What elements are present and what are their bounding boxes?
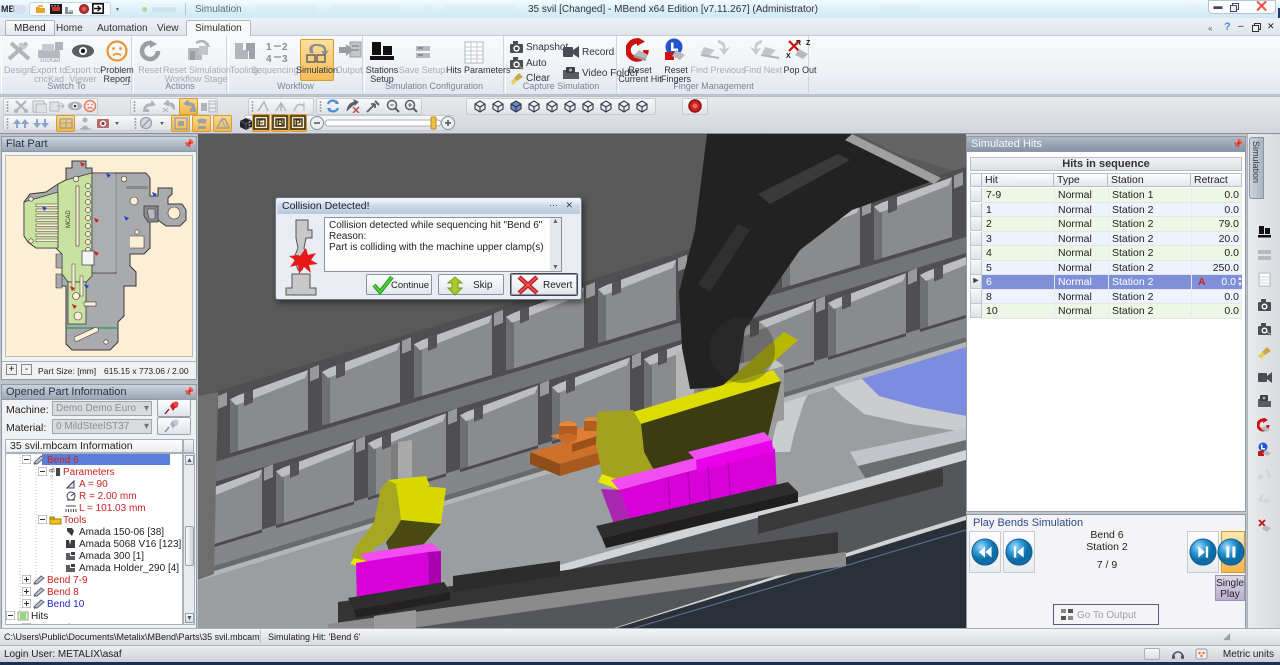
svg-text:1: 1 bbox=[266, 42, 272, 53]
svg-text:us: us bbox=[69, 8, 73, 13]
svg-text:MCAD: MCAD bbox=[66, 210, 72, 228]
svg-text:F: F bbox=[258, 118, 264, 128]
svg-text:P: P bbox=[295, 118, 301, 128]
svg-text:Z: Z bbox=[806, 40, 811, 47]
svg-text:3: 3 bbox=[282, 54, 288, 62]
svg-text:2: 2 bbox=[282, 42, 288, 53]
svg-text:4: 4 bbox=[266, 54, 272, 62]
svg-text:↔: ↔ bbox=[49, 473, 54, 477]
svg-text:X: X bbox=[786, 53, 791, 60]
svg-text:cncKad: cncKad bbox=[40, 58, 60, 63]
svg-text:B: B bbox=[277, 118, 284, 128]
